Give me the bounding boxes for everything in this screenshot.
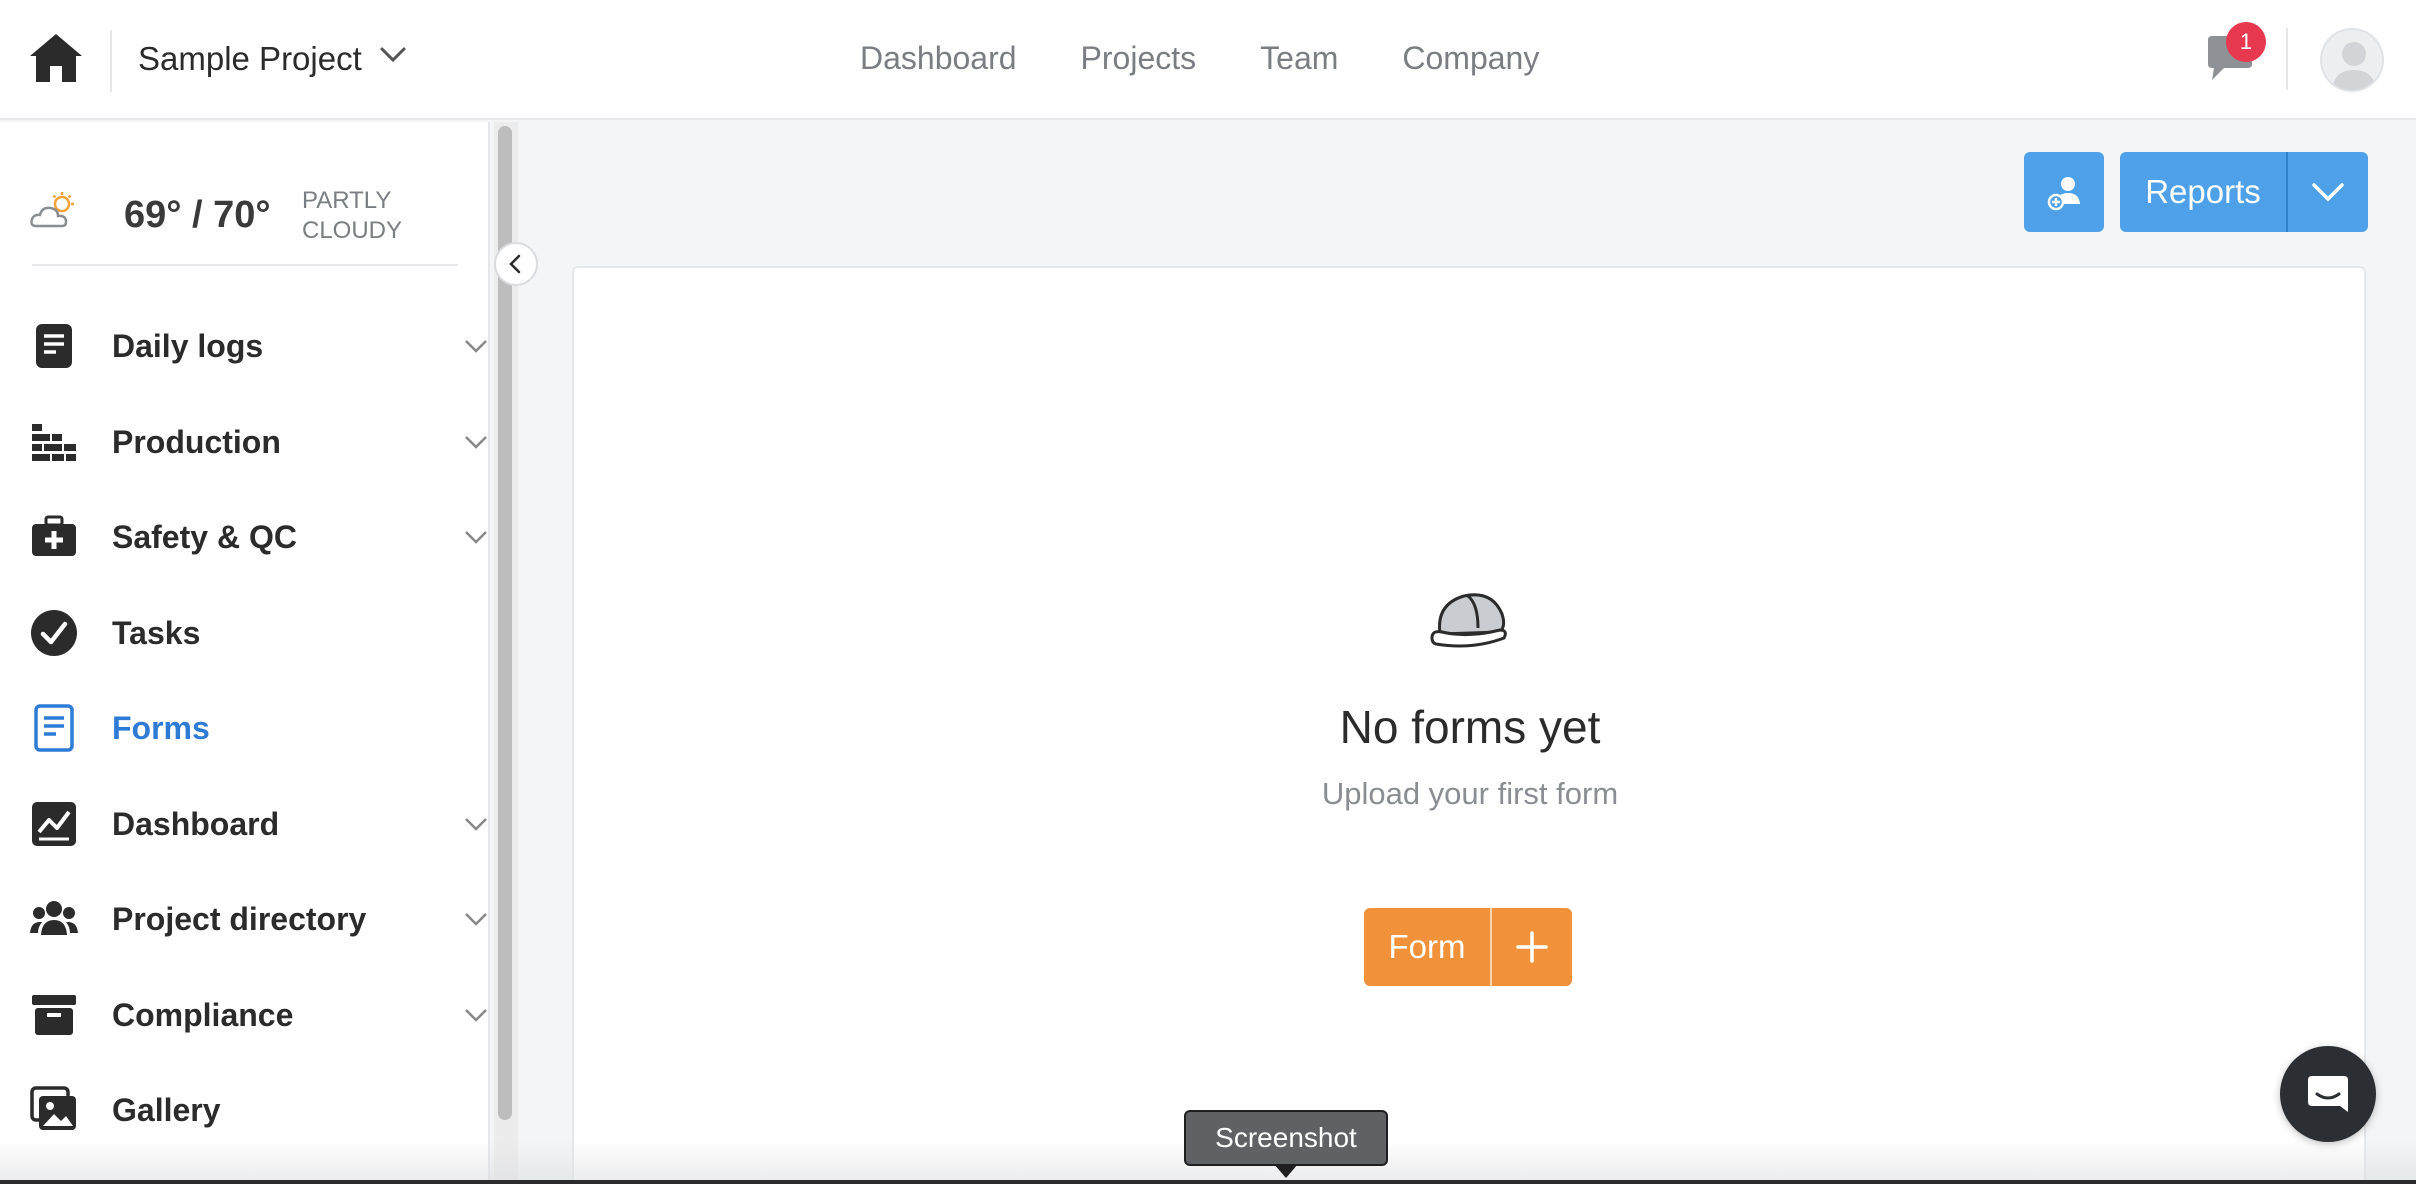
check-circle-icon bbox=[30, 609, 78, 657]
sidebar-item-tasks[interactable]: Tasks bbox=[0, 583, 488, 679]
chevron-down-icon[interactable] bbox=[464, 911, 488, 927]
top-bar: Sample Project Dashboard Projects Team C… bbox=[0, 0, 2416, 120]
add-person-icon bbox=[2047, 177, 2080, 211]
sidebar-item-label: Daily logs bbox=[112, 328, 264, 364]
image-gallery-icon bbox=[30, 1086, 78, 1134]
user-avatar[interactable] bbox=[2320, 28, 2384, 92]
sidebar-item-production[interactable]: Production bbox=[0, 392, 488, 488]
plus-icon[interactable] bbox=[1492, 908, 1572, 986]
user-silhouette-icon bbox=[2332, 42, 2376, 90]
chevron-down-icon[interactable] bbox=[464, 434, 488, 450]
sidebar-item-label: Project directory bbox=[112, 901, 367, 937]
empty-state-subtitle: Upload your first form bbox=[1321, 776, 1619, 811]
chevron-down-icon[interactable] bbox=[464, 338, 488, 354]
nav-company[interactable]: Company bbox=[1402, 40, 1539, 77]
support-chat-button[interactable] bbox=[2280, 1046, 2376, 1142]
chevron-down-icon[interactable] bbox=[380, 46, 406, 64]
reports-dropdown-toggle[interactable] bbox=[2288, 152, 2368, 232]
reports-button[interactable]: Reports bbox=[2120, 152, 2368, 232]
sidebar-item-dashboard[interactable]: Dashboard bbox=[0, 774, 488, 870]
nav-projects[interactable]: Projects bbox=[1081, 40, 1197, 77]
add-form-button[interactable]: Form bbox=[1364, 908, 1572, 986]
partly-cloudy-icon bbox=[30, 192, 80, 232]
tooltip-arrow bbox=[1274, 1164, 1298, 1178]
chevron-down-icon[interactable] bbox=[464, 816, 488, 832]
people-group-icon bbox=[30, 895, 78, 943]
chevron-left-icon bbox=[509, 254, 521, 274]
top-navigation: Dashboard Projects Team Company bbox=[860, 40, 1539, 77]
add-user-button[interactable] bbox=[2024, 152, 2104, 232]
top-divider-right bbox=[2286, 28, 2288, 90]
weather-divider bbox=[32, 264, 458, 266]
nav-team[interactable]: Team bbox=[1260, 40, 1338, 77]
sidebar-item-forms[interactable]: Forms bbox=[0, 678, 488, 774]
sidebar-item-label: Dashboard bbox=[112, 805, 280, 842]
home-icon[interactable] bbox=[28, 32, 84, 84]
sidebar-item-label: Tasks bbox=[112, 614, 201, 651]
sidebar-menu: Daily logs Production Safety & QC Tasks … bbox=[0, 296, 488, 1156]
collapse-sidebar-button[interactable] bbox=[494, 242, 538, 286]
sidebar-item-compliance[interactable]: Compliance bbox=[0, 965, 488, 1061]
weather-condition-line1: PARTLY bbox=[302, 187, 392, 214]
sidebar-item-label: Compliance bbox=[112, 996, 294, 1033]
chevron-down-icon[interactable] bbox=[464, 1007, 488, 1023]
chat-bubble-icon bbox=[2308, 1076, 2348, 1112]
sidebar: 69° / 70° PARTLY CLOUDY Daily logs Produ… bbox=[0, 122, 490, 1184]
sidebar-item-daily-logs[interactable]: Daily logs bbox=[0, 296, 488, 392]
first-aid-kit-icon bbox=[30, 513, 78, 561]
reports-label[interactable]: Reports bbox=[2120, 152, 2286, 232]
production-bricks-icon bbox=[30, 418, 78, 466]
sidebar-item-label: Gallery bbox=[112, 1092, 221, 1128]
form-document-icon bbox=[30, 704, 78, 752]
sidebar-item-label: Forms bbox=[112, 710, 210, 746]
chart-line-icon bbox=[30, 800, 78, 848]
project-selector[interactable]: Sample Project bbox=[138, 40, 362, 78]
sidebar-item-label: Safety & QC bbox=[112, 519, 297, 555]
sidebar-item-label: Production bbox=[112, 423, 281, 460]
sidebar-item-gallery[interactable]: Gallery bbox=[0, 1060, 488, 1156]
temperature: 69° / 70° bbox=[124, 194, 271, 236]
form-button-label[interactable]: Form bbox=[1364, 908, 1490, 986]
chevron-down-icon bbox=[2312, 183, 2344, 202]
top-divider bbox=[110, 30, 112, 92]
screenshot-tooltip: Screenshot bbox=[1184, 1110, 1388, 1166]
daily-log-icon bbox=[30, 322, 78, 370]
hard-hat-icon bbox=[1428, 584, 1512, 650]
empty-state-title: No forms yet bbox=[1339, 701, 1601, 753]
nav-dashboard[interactable]: Dashboard bbox=[860, 40, 1017, 77]
archive-box-icon bbox=[30, 991, 78, 1039]
sidebar-item-safety-qc[interactable]: Safety & QC bbox=[0, 487, 488, 583]
notification-badge: 1 bbox=[2226, 22, 2266, 62]
weather-condition: PARTLY CLOUDY bbox=[302, 186, 442, 246]
bottom-edge bbox=[0, 1180, 2416, 1184]
weather-condition-line2: CLOUDY bbox=[302, 217, 403, 244]
weather-widget: 69° / 70° PARTLY CLOUDY bbox=[30, 172, 460, 252]
chevron-down-icon[interactable] bbox=[464, 529, 488, 545]
sidebar-item-project-directory[interactable]: Project directory bbox=[0, 869, 488, 965]
